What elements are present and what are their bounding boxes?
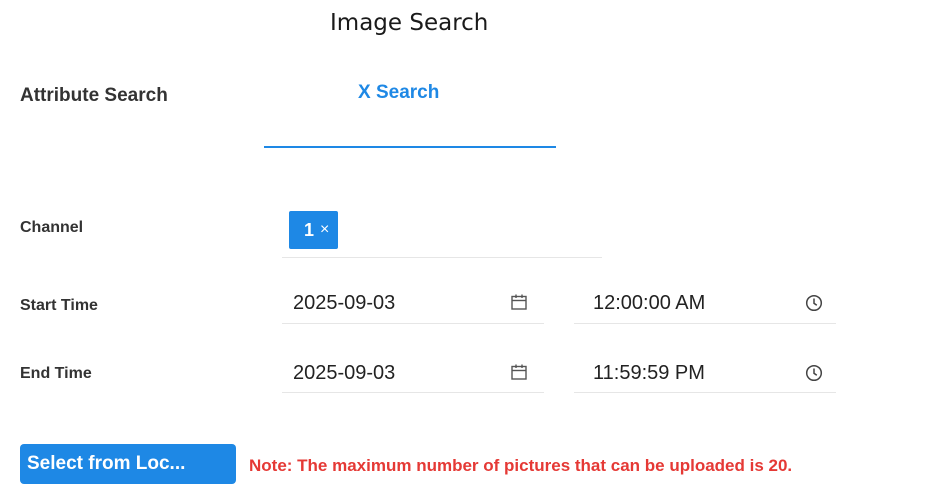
close-icon[interactable]: × — [320, 221, 329, 239]
end-time-label: End Time — [20, 365, 92, 382]
tab-attribute-search[interactable]: Attribute Search — [20, 85, 168, 107]
end-time-input[interactable]: 11:59:59 PM — [593, 362, 705, 385]
clock-icon[interactable] — [805, 364, 823, 382]
start-date-input[interactable]: 2025-09-03 — [293, 292, 395, 315]
clock-icon[interactable] — [805, 294, 823, 312]
upload-limit-note: Note: The maximum number of pictures tha… — [249, 456, 793, 475]
start-date-underline — [282, 323, 544, 324]
calendar-icon[interactable] — [510, 363, 528, 381]
channel-label: Channel — [20, 219, 84, 236]
page-title: Image Search — [330, 10, 489, 36]
tab-x-search[interactable]: X Search — [358, 82, 439, 104]
start-time-underline — [574, 323, 836, 324]
end-date-input[interactable]: 2025-09-03 — [293, 362, 395, 385]
image-search-page: Image Search Attribute Search X Search C… — [0, 0, 951, 484]
start-time-input[interactable]: 12:00:00 AM — [593, 292, 705, 315]
select-from-local-button[interactable]: Select from Loc... — [20, 444, 236, 484]
active-tab-indicator — [264, 146, 556, 148]
start-time-label: Start Time — [20, 297, 98, 314]
end-date-underline — [282, 392, 544, 393]
end-time-underline — [574, 392, 836, 393]
channel-tag: 1 × — [289, 211, 339, 249]
channel-tag-label: 1 — [304, 219, 315, 240]
channel-select-underline — [282, 257, 602, 258]
calendar-icon[interactable] — [510, 293, 528, 311]
